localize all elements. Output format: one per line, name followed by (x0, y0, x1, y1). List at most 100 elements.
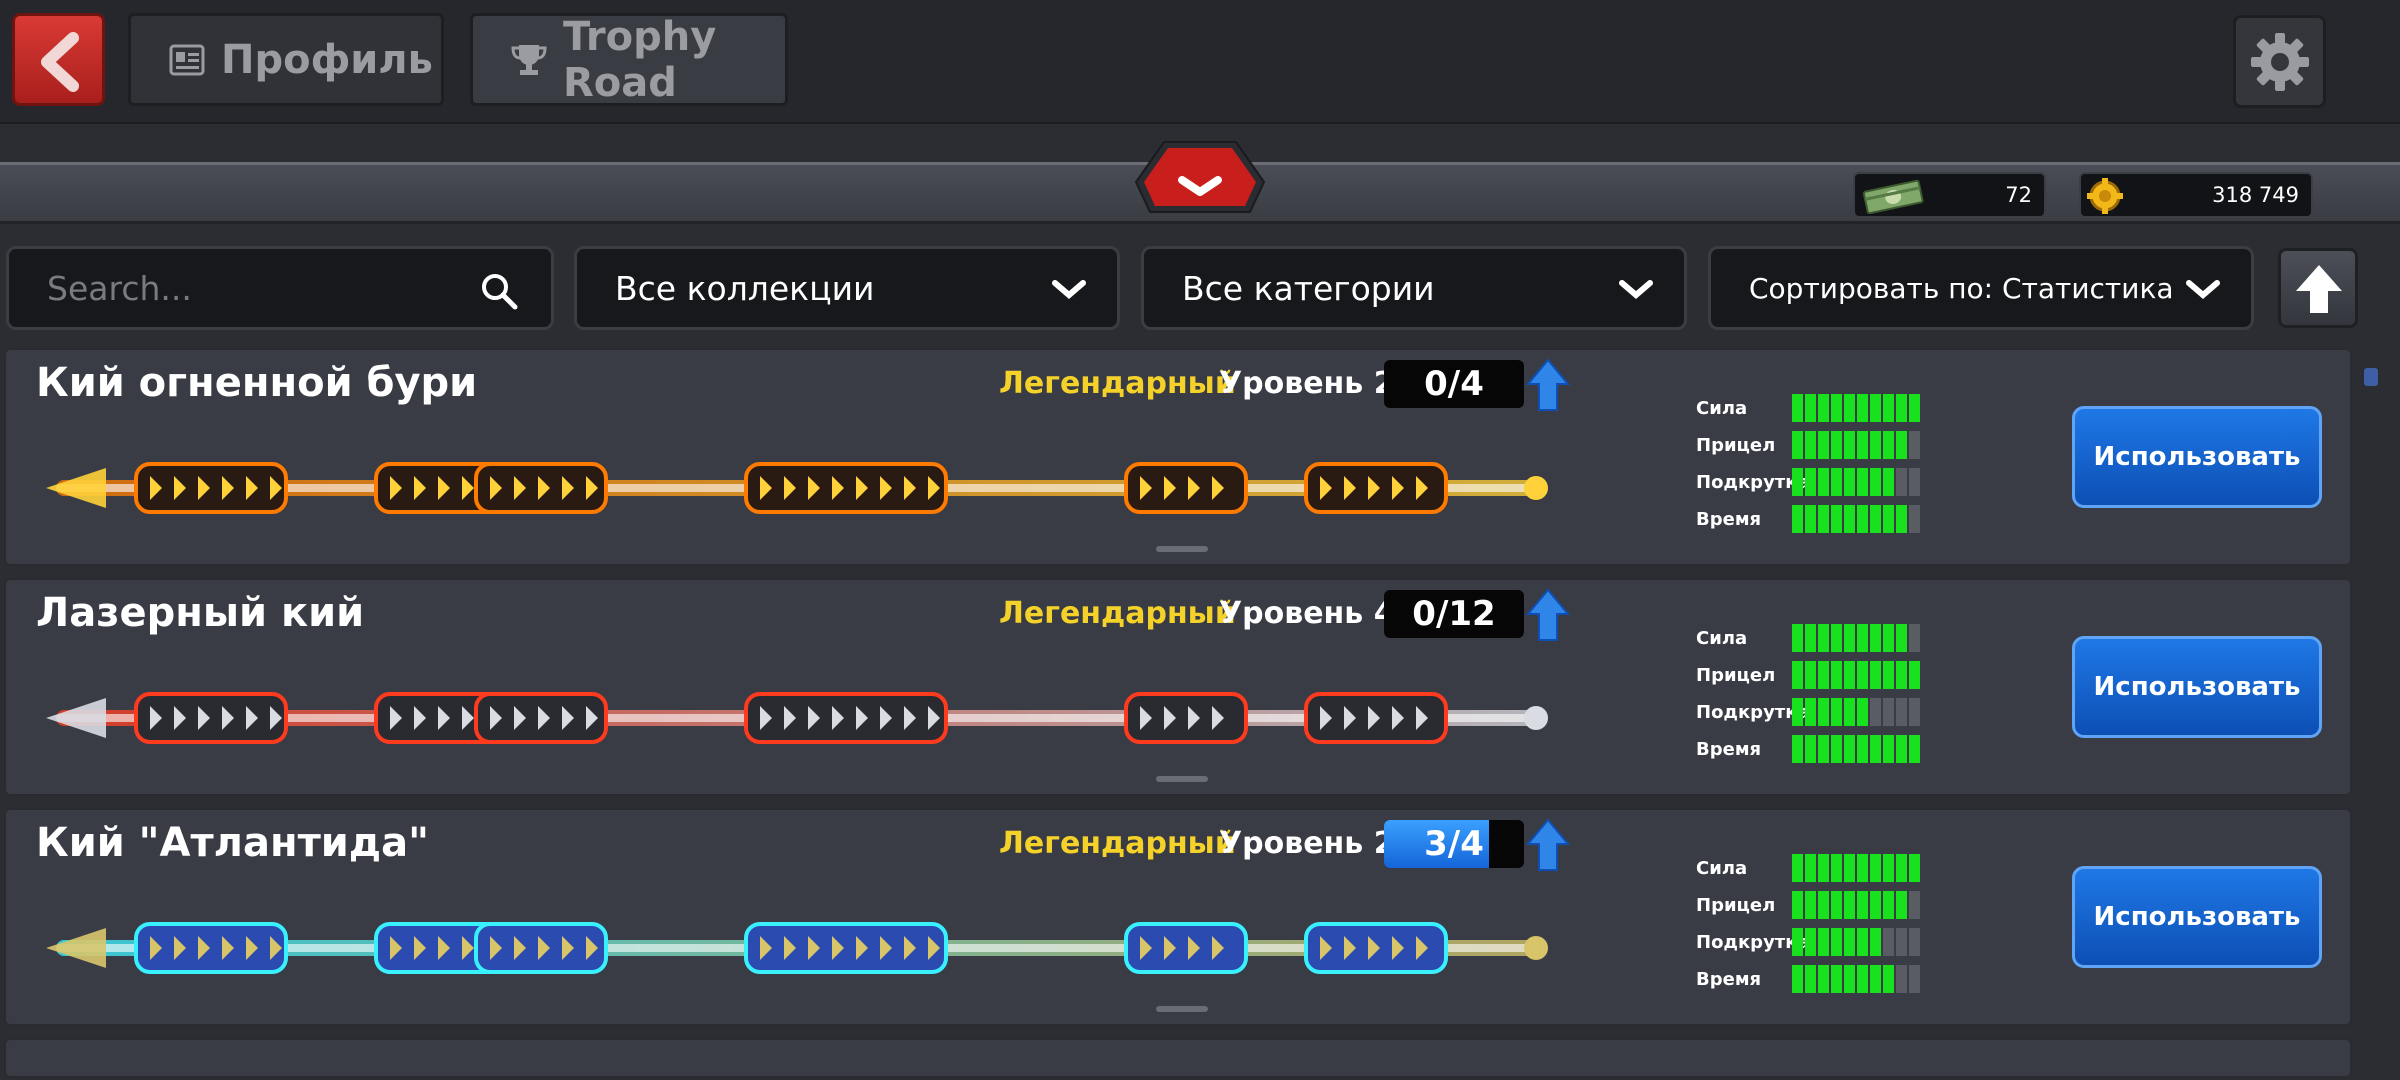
cash-icon (1861, 178, 1925, 219)
chevron-down-icon (1619, 280, 1653, 299)
stat-segment (1831, 468, 1842, 496)
stat-segment (1870, 394, 1881, 422)
stat-segment (1896, 661, 1907, 689)
upgrade-arrow-icon[interactable] (1526, 818, 1570, 872)
stat-row: Сила (1696, 620, 1936, 657)
stat-segment (1857, 468, 1868, 496)
stat-segment (1896, 854, 1907, 882)
stat-label: Время (1696, 969, 1762, 990)
tab-profile[interactable]: Профиль (128, 13, 444, 106)
stat-segment (1896, 505, 1907, 533)
stat-segment (1857, 928, 1868, 956)
stat-segment (1818, 394, 1829, 422)
scrollbar[interactable] (2360, 350, 2382, 1065)
stat-segment (1909, 698, 1920, 726)
stat-row: Время (1696, 501, 1936, 538)
stat-segment (1805, 661, 1816, 689)
stat-segment (1883, 891, 1894, 919)
cue-row[interactable]: Кий "Атлантида" Легендарный Уровень 2 3/… (4, 808, 2352, 1026)
categories-dropdown[interactable]: Все категории (1141, 246, 1687, 330)
scrollbar-thumb[interactable] (2364, 368, 2378, 386)
cue-image (46, 462, 1548, 514)
collapse-button[interactable] (1134, 140, 1266, 214)
stat-segment (1909, 928, 1920, 956)
stat-bar (1792, 431, 1920, 459)
upgrade-arrow-icon[interactable] (1526, 588, 1570, 642)
stat-segment (1870, 431, 1881, 459)
cue-name: Лазерный кий (36, 590, 365, 636)
stat-segment (1831, 735, 1842, 763)
expand-handle[interactable] (1156, 1006, 1208, 1012)
sort-dropdown[interactable]: Сортировать по: Статистика (1708, 246, 2254, 330)
stat-segment (1818, 891, 1829, 919)
use-button[interactable]: Использовать (2072, 866, 2322, 968)
trophy-icon (511, 42, 547, 78)
stat-segment (1870, 854, 1881, 882)
stat-segment (1831, 624, 1842, 652)
use-button[interactable]: Использовать (2072, 406, 2322, 508)
stat-segment (1805, 891, 1816, 919)
stat-segment (1818, 854, 1829, 882)
stat-bar (1792, 735, 1920, 763)
stat-bar (1792, 468, 1920, 496)
stat-segment (1844, 735, 1855, 763)
stat-segment (1870, 891, 1881, 919)
cue-row[interactable]: Кий огненной бури Легендарный Уровень 2 … (4, 348, 2352, 566)
cue-row[interactable] (4, 1038, 2352, 1078)
stat-segment (1805, 854, 1816, 882)
level-label: Уровень 2 (1219, 826, 1395, 861)
stat-segment (1805, 468, 1816, 496)
level-progress-bar: 0/4 (1384, 360, 1524, 408)
stat-bar (1792, 698, 1920, 726)
stat-segment (1883, 854, 1894, 882)
level-label: Уровень 2 (1219, 366, 1395, 401)
stat-segment (1909, 624, 1920, 652)
arrow-up-icon (2296, 265, 2342, 313)
stat-segment (1857, 891, 1868, 919)
stat-row: Сила (1696, 850, 1936, 887)
expand-handle[interactable] (1156, 776, 1208, 782)
stat-segment (1831, 394, 1842, 422)
stat-row: Подкрутка (1696, 464, 1936, 501)
stat-segment (1792, 735, 1803, 763)
stat-segment (1857, 965, 1868, 993)
tab-trophy-road[interactable]: Trophy Road (470, 13, 788, 106)
collections-dropdown[interactable]: Все коллекции (574, 246, 1120, 330)
stat-segment (1896, 394, 1907, 422)
upgrade-arrow-icon[interactable] (1526, 358, 1570, 412)
stat-segment (1805, 965, 1816, 993)
stat-segment (1792, 431, 1803, 459)
use-button[interactable]: Использовать (2072, 636, 2322, 738)
level-progress-bar: 3/4 (1384, 820, 1524, 868)
search-input[interactable]: Search... (6, 246, 554, 330)
stat-segment (1857, 698, 1868, 726)
stat-segment (1792, 965, 1803, 993)
stat-segment (1909, 854, 1920, 882)
stat-segment (1844, 965, 1855, 993)
stat-segment (1909, 965, 1920, 993)
stat-row: Подкрутка (1696, 694, 1936, 731)
stat-label: Прицел (1696, 895, 1776, 916)
cue-row[interactable]: Лазерный кий Легендарный Уровень 4 0/12 … (4, 578, 2352, 796)
stat-segment (1805, 928, 1816, 956)
stats-panel: Сила Прицел Подкрутка Время (1696, 850, 1936, 998)
settings-button[interactable] (2233, 15, 2326, 108)
sort-direction-button[interactable] (2278, 248, 2358, 328)
level-progress-text: 3/4 (1424, 824, 1484, 864)
level-label: Уровень 4 (1219, 596, 1395, 631)
stat-segment (1818, 661, 1829, 689)
stat-segment (1792, 891, 1803, 919)
stat-segment (1909, 735, 1920, 763)
level-progress-text: 0/12 (1412, 594, 1496, 634)
stat-segment (1831, 965, 1842, 993)
stat-segment (1896, 891, 1907, 919)
stat-segment (1792, 505, 1803, 533)
expand-handle[interactable] (1156, 546, 1208, 552)
stat-label: Сила (1696, 398, 1748, 419)
back-button[interactable] (12, 13, 105, 106)
stat-segment (1792, 661, 1803, 689)
stat-segment (1844, 891, 1855, 919)
stat-segment (1870, 735, 1881, 763)
stat-segment (1805, 394, 1816, 422)
stat-segment (1896, 965, 1907, 993)
